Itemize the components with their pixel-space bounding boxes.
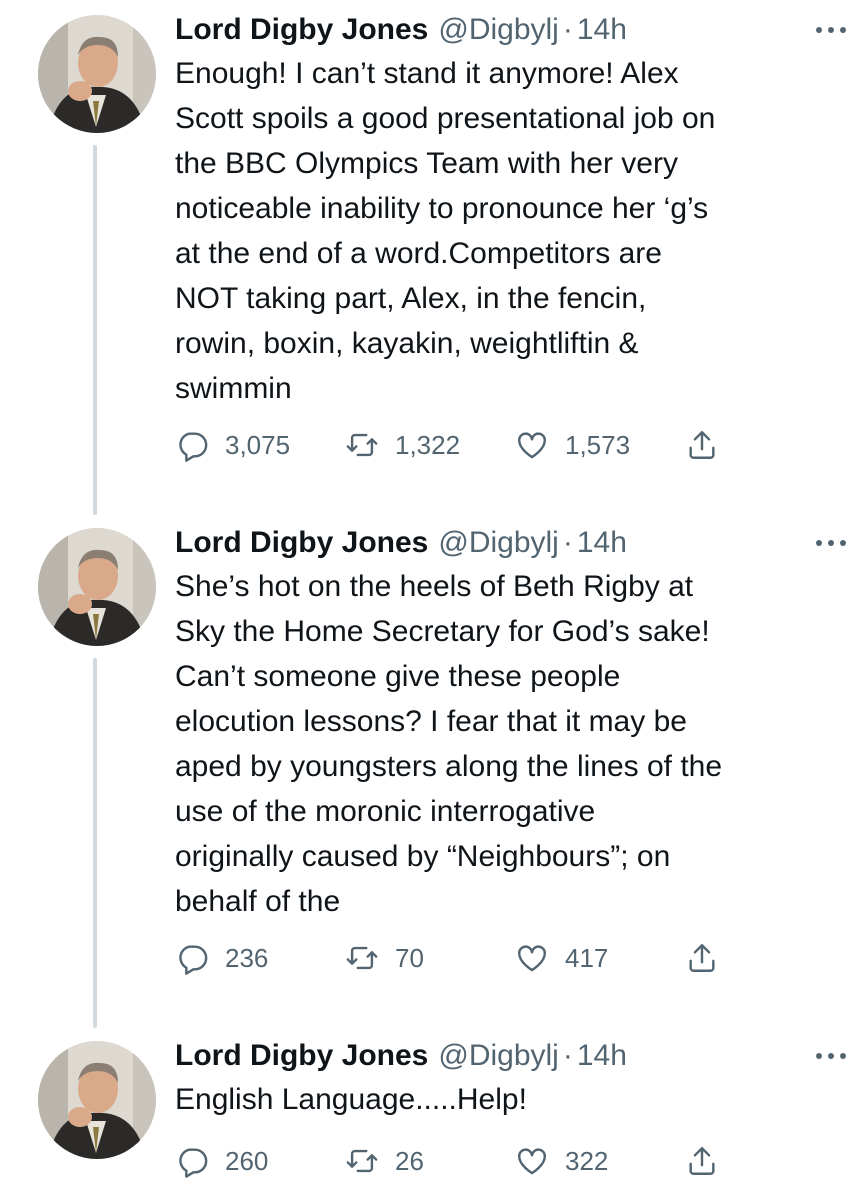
tweet-text-line: Sky the Home Secretary for God’s sake!	[175, 615, 710, 648]
retweet-button[interactable]: 26	[345, 1141, 424, 1181]
user-handle[interactable]: @Digbylj	[438, 525, 558, 561]
display-name[interactable]: Lord Digby Jones	[175, 1038, 428, 1074]
like-icon	[518, 432, 546, 459]
retweet-count: 70	[395, 942, 424, 973]
tweet[interactable]: Lord Digby Jones @Digbylj · 14h Enough! …	[0, 0, 865, 500]
tweet-text-line: She’s hot on the heels of Beth Rigby at	[175, 570, 694, 603]
avatar[interactable]	[38, 528, 156, 646]
retweet-count: 1,322	[395, 429, 461, 460]
user-handle[interactable]: @Digbylj	[438, 12, 558, 48]
tweet-header: Lord Digby Jones @Digbylj · 14h	[175, 525, 835, 561]
tweet-header: Lord Digby Jones @Digbylj · 14h	[175, 1038, 835, 1074]
tweet-text-line: originally caused by “Neighbours”; on	[175, 840, 671, 873]
reply-count: 3,075	[225, 429, 291, 460]
display-name[interactable]: Lord Digby Jones	[175, 525, 428, 561]
tweet-text-line: Enough! I can’t stand it anymore! Alex	[175, 57, 679, 90]
timestamp[interactable]: 14h	[577, 12, 627, 48]
timestamp[interactable]: 14h	[577, 525, 627, 561]
avatar[interactable]	[38, 1041, 156, 1159]
tweet[interactable]: Lord Digby Jones @Digbylj · 14h English …	[0, 1026, 865, 1200]
more-horizontal-icon[interactable]	[811, 1046, 851, 1066]
tweet-text-line: rowin, boxin, kayakin, weightliftin &	[175, 327, 639, 360]
share-button[interactable]	[685, 425, 719, 465]
tweet-text-line: the BBC Olympics Team with her very	[175, 147, 678, 180]
like-button[interactable]: 1,573	[515, 425, 630, 465]
tweet-text-line: behalf of the	[175, 885, 341, 918]
like-icon	[518, 1148, 546, 1175]
tweet-text-line: Scott spoils a good presentational job o…	[175, 102, 716, 135]
tweet-text-line: noticeable inability to pronounce her ‘g…	[175, 192, 709, 225]
timestamp[interactable]: 14h	[577, 1038, 627, 1074]
tweet-text-line: aped by youngsters along the lines of th…	[175, 750, 723, 783]
tweet-text-line: English Language.....Help!	[175, 1083, 527, 1116]
separator-dot: ·	[562, 1039, 573, 1072]
reply-button[interactable]: 260	[175, 1141, 268, 1181]
retweet-count: 26	[395, 1145, 424, 1176]
retweet-icon	[346, 1149, 378, 1173]
share-icon	[689, 431, 715, 459]
tweet-header: Lord Digby Jones @Digbylj · 14h	[175, 12, 835, 48]
reply-button[interactable]: 3,075	[175, 425, 290, 465]
more-horizontal-icon[interactable]	[811, 533, 851, 553]
tweet-text-line: elocution lessons? I fear that it may be	[175, 705, 687, 738]
tweet-text-line: Can’t someone give these people	[175, 660, 621, 693]
more-horizontal-icon[interactable]	[811, 20, 851, 40]
tweet[interactable]: Lord Digby Jones @Digbylj · 14h She’s ho…	[0, 513, 865, 1013]
reply-icon	[179, 945, 208, 975]
retweet-button[interactable]: 70	[345, 938, 424, 978]
user-handle[interactable]: @Digbylj	[438, 1038, 558, 1074]
share-icon	[689, 1147, 715, 1175]
tweet-text-line: NOT taking part, Alex, in the fencin,	[175, 282, 647, 315]
tweet-text: She’s hot on the heels of Beth Rigby at …	[175, 564, 835, 924]
reply-count: 260	[225, 1145, 269, 1176]
display-name[interactable]: Lord Digby Jones	[175, 12, 428, 48]
share-icon	[689, 944, 715, 972]
tweet-text-line: at the end of a word.Competitors are	[175, 237, 662, 270]
reply-icon	[179, 1148, 208, 1178]
tweet-text-line: swimmin	[175, 372, 292, 405]
retweet-button[interactable]: 1,322	[345, 425, 460, 465]
like-count: 1,573	[565, 429, 631, 460]
like-button[interactable]: 322	[515, 1141, 608, 1181]
like-icon	[518, 945, 546, 972]
share-button[interactable]	[685, 1141, 719, 1181]
separator-dot: ·	[562, 13, 573, 46]
retweet-icon	[346, 433, 378, 457]
like-button[interactable]: 417	[515, 938, 608, 978]
like-count: 322	[565, 1145, 609, 1176]
tweet-text-line: use of the moronic interrogative	[175, 795, 596, 828]
separator-dot: ·	[562, 526, 573, 559]
share-button[interactable]	[685, 938, 719, 978]
retweet-icon	[346, 946, 378, 970]
avatar-photo	[38, 528, 156, 646]
avatar-photo	[38, 1041, 156, 1159]
tweet-text: English Language.....Help!	[175, 1077, 835, 1122]
like-count: 417	[565, 942, 609, 973]
reply-button[interactable]: 236	[175, 938, 268, 978]
avatar-photo	[38, 15, 156, 133]
avatar[interactable]	[38, 15, 156, 133]
reply-count: 236	[225, 942, 269, 973]
tweet-text: Enough! I can’t stand it anymore! Alex S…	[175, 51, 835, 411]
reply-icon	[179, 432, 208, 462]
